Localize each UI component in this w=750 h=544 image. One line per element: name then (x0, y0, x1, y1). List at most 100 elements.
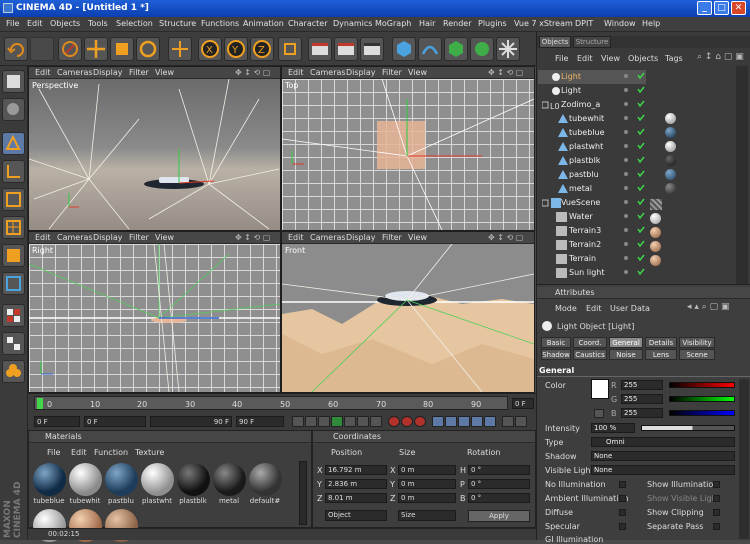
viewport-nav-icons[interactable]: ✥ ↕ ⟲ ▢ (488, 233, 523, 242)
green-slider[interactable] (669, 396, 735, 402)
attr-nav-icons[interactable]: ◂ ▴ ⌕ ▢ ▣ (687, 302, 730, 312)
menu-render[interactable]: Render (443, 19, 471, 28)
material-tag-icon[interactable] (665, 155, 676, 166)
menu-file[interactable]: File (6, 19, 19, 28)
show-clipping-checkbox[interactable] (713, 509, 720, 516)
position-z-field[interactable]: 8.01 m (325, 493, 387, 503)
next-key-icon[interactable] (357, 416, 369, 427)
tab-visibility[interactable]: Visibility (679, 337, 715, 348)
menu-selection[interactable]: Selection (116, 19, 153, 28)
viewport-top[interactable]: Edit Cameras Display Filter View ✥ ↕ ⟲ ▢… (281, 66, 535, 231)
attr-menu-mode[interactable]: Mode (555, 304, 577, 313)
shadow-dropdown[interactable]: None (591, 451, 735, 461)
materials-menu-edit[interactable]: Edit (71, 448, 87, 457)
tab-lens[interactable]: Lens (645, 349, 677, 360)
redo-icon[interactable] (30, 37, 54, 61)
position-x-field[interactable]: 16.792 m (325, 465, 387, 475)
tab-noise[interactable]: Noise (609, 349, 643, 360)
viewport-menu-cameras[interactable]: Cameras (310, 68, 346, 77)
deformer-icon[interactable] (496, 37, 520, 61)
rotation-h-field[interactable]: 0 ° (468, 465, 530, 475)
nurbs-icon[interactable] (444, 37, 468, 61)
intensity-field[interactable]: 100 % (591, 423, 635, 433)
position-key-icon[interactable] (432, 416, 444, 427)
apply-button[interactable]: Apply (468, 510, 530, 522)
tab-caustics[interactable]: Caustics (573, 349, 607, 360)
viewport-menu-view[interactable]: View (408, 68, 427, 77)
blue-slider[interactable] (669, 410, 735, 416)
coordinate-mode-dropdown[interactable]: Object (325, 510, 387, 521)
render-view-icon[interactable] (308, 37, 332, 61)
size-z-field[interactable]: 0 m (398, 493, 456, 503)
menu-plugins[interactable]: Plugins (478, 19, 507, 28)
om-search-icons[interactable]: ⌕ ↕ ⌂ ▢ ▣ (697, 52, 744, 62)
green-field[interactable]: 255 (621, 394, 663, 404)
next-frame-icon[interactable] (344, 416, 356, 427)
playhead[interactable] (37, 398, 43, 409)
viewport-menu-edit[interactable]: Edit (288, 68, 304, 77)
cube-icon[interactable] (392, 37, 416, 61)
scale-icon[interactable] (110, 37, 134, 61)
sculpt-tool-icon[interactable] (2, 360, 25, 383)
object-manager-scrollbar[interactable] (736, 66, 748, 284)
viewport-menu-filter[interactable]: Filter (382, 233, 402, 242)
live-selection-icon[interactable] (58, 37, 82, 61)
attr-menu-userdata[interactable]: User Data (610, 304, 650, 313)
use-object-tool-icon[interactable] (2, 98, 25, 121)
autokey-icon[interactable] (401, 416, 413, 427)
record-icon[interactable] (388, 416, 400, 427)
tab-scene[interactable]: Scene (679, 349, 715, 360)
tab-basic[interactable]: Basic (541, 337, 571, 348)
viewport-menu-display[interactable]: Display (346, 233, 376, 242)
menu-objects[interactable]: Objects (50, 19, 80, 28)
material-tag-icon[interactable] (665, 141, 676, 152)
texture-tag-icon[interactable] (650, 199, 662, 210)
size-mode-dropdown[interactable]: Size (398, 510, 456, 521)
menu-vue[interactable]: Vue 7 xStream (514, 19, 573, 28)
points-tool-icon[interactable] (2, 188, 25, 211)
separate-pass-checkbox[interactable] (713, 523, 720, 530)
ambient-illumination-checkbox[interactable] (619, 495, 626, 502)
menu-functions[interactable]: Functions (201, 19, 239, 28)
viewport-nav-icons[interactable]: ✥ ↕ ⟲ ▢ (235, 233, 270, 242)
menu-mograph[interactable]: MoGraph (375, 19, 411, 28)
viewport-menu-display[interactable]: Display (93, 233, 123, 242)
om-menu-file[interactable]: File (555, 54, 568, 63)
viewport-menu-cameras[interactable]: Cameras (57, 68, 93, 77)
material-swatch[interactable] (141, 463, 174, 496)
rotation-b-field[interactable]: 0 ° (468, 493, 530, 503)
material-swatch[interactable] (213, 463, 246, 496)
menu-dpit[interactable]: DPIT (575, 19, 593, 28)
viewport-menu-view[interactable]: View (155, 233, 174, 242)
spline-icon[interactable] (418, 37, 442, 61)
menu-window[interactable]: Window (604, 19, 636, 28)
material-tag-icon[interactable] (665, 113, 676, 124)
viewport-menu-cameras[interactable]: Cameras (57, 233, 93, 242)
position-y-field[interactable]: 2.836 m (325, 479, 387, 489)
om-menu-tags[interactable]: Tags (665, 54, 683, 63)
rotation-p-field[interactable]: 0 ° (468, 479, 530, 489)
coordinate-system-icon[interactable] (278, 37, 302, 61)
menu-tools[interactable]: Tools (88, 19, 108, 28)
edit-render-icon[interactable] (2, 332, 25, 355)
material-tag-icon[interactable] (650, 255, 661, 266)
viewport-perspective[interactable]: Edit Cameras Display Filter View ✥ ↕ ⟲ ▢… (28, 66, 281, 231)
material-swatch[interactable] (33, 463, 66, 496)
viewport-menu-filter[interactable]: Filter (129, 233, 149, 242)
material-swatch[interactable] (105, 463, 138, 496)
viewport-menu-edit[interactable]: Edit (35, 233, 51, 242)
materials-menu-texture[interactable]: Texture (135, 448, 164, 457)
goto-end-icon[interactable] (370, 416, 382, 427)
om-menu-objects[interactable]: Objects (628, 54, 658, 63)
timeline-options-icon[interactable] (515, 416, 527, 427)
tab-general[interactable]: General (609, 337, 643, 348)
viewport-menu-display[interactable]: Display (93, 68, 123, 77)
viewport-menu-view[interactable]: View (155, 68, 174, 77)
render-picture-viewer-icon[interactable] (334, 37, 358, 61)
tab-shadow[interactable]: Shadow (541, 349, 571, 360)
checker-grid-icon[interactable] (2, 304, 25, 327)
material-tag-icon[interactable] (650, 213, 661, 224)
move-icon[interactable] (84, 37, 108, 61)
material-tag-icon[interactable] (650, 227, 661, 238)
tab-details[interactable]: Details (645, 337, 677, 348)
